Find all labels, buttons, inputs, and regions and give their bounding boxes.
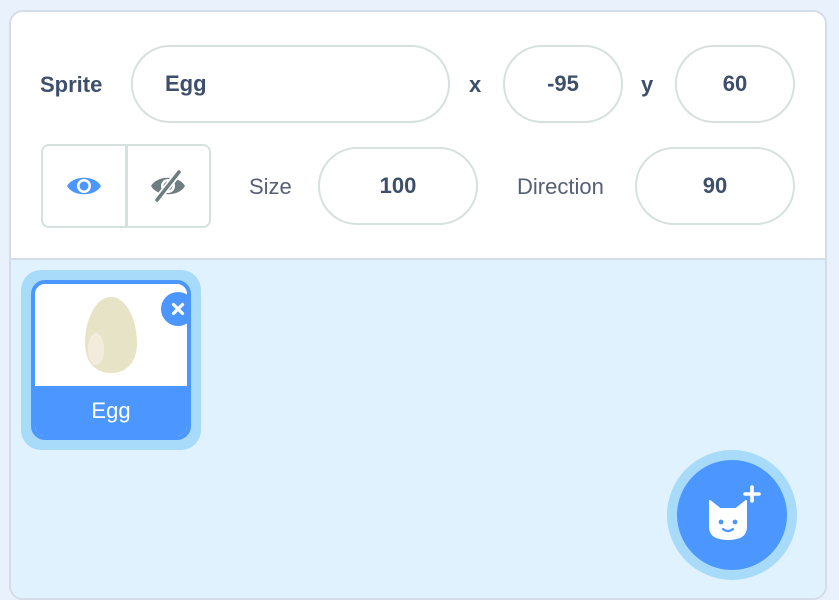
delete-sprite-button[interactable] <box>161 292 187 326</box>
y-position-input[interactable]: 60 <box>675 45 795 123</box>
sprite-tile-name: Egg <box>35 386 187 436</box>
x-position-input[interactable]: -95 <box>503 45 623 123</box>
x-label: x <box>469 72 482 97</box>
sprite-name-input[interactable]: Egg <box>131 45 450 123</box>
y-label: y <box>641 72 654 97</box>
add-sprite-cat-icon <box>709 485 761 540</box>
direction-label: Direction <box>517 174 604 199</box>
sprite-tile-selected-halo: Egg <box>21 270 201 450</box>
close-icon <box>171 302 185 316</box>
add-sprite-halo <box>667 450 797 580</box>
size-label: Size <box>249 174 292 199</box>
egg-costume-image <box>85 297 137 373</box>
eye-icon <box>66 177 101 195</box>
choose-sprite-button[interactable] <box>677 460 787 570</box>
size-input[interactable]: 100 <box>318 147 478 225</box>
visibility-toggle <box>41 144 211 228</box>
show-sprite-button[interactable] <box>43 146 125 226</box>
sprite-tile-egg[interactable]: Egg <box>31 280 191 440</box>
sprite-list: Egg <box>11 260 825 598</box>
direction-input[interactable]: 90 <box>635 147 795 225</box>
hide-sprite-button[interactable] <box>124 146 210 226</box>
eye-slash-icon <box>151 169 186 203</box>
sprite-pane: Sprite Egg x -95 y 60 Size 100 Direction… <box>9 10 827 600</box>
sprite-label: Sprite <box>40 72 103 97</box>
sprite-info-panel: Sprite Egg x -95 y 60 Size 100 Direction… <box>11 12 825 260</box>
